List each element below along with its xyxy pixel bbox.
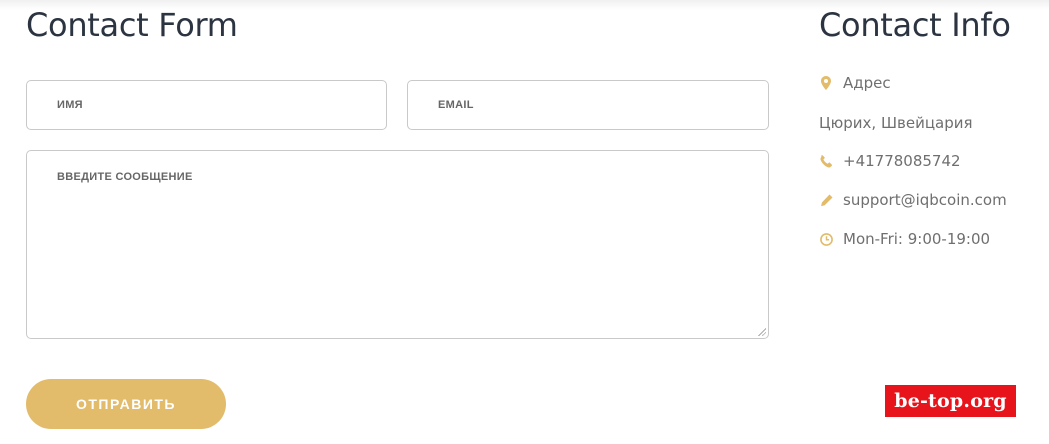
contact-info-title: Contact Info (819, 6, 1011, 44)
name-input[interactable]: ИМЯ (26, 80, 387, 130)
email-input[interactable]: EMAIL (407, 80, 769, 130)
clock-icon (819, 232, 833, 246)
info-email-row: support@iqbcoin.com (819, 191, 1007, 209)
resize-handle-icon[interactable] (757, 327, 766, 336)
email-placeholder: EMAIL (438, 99, 474, 111)
pencil-icon (819, 193, 833, 207)
watermark-badge[interactable]: be-top.org (885, 385, 1016, 417)
phone-link[interactable]: +41778085742 (843, 152, 961, 170)
info-address-row: Адрес (819, 74, 891, 92)
info-address-value-row: Цюрих, Швейцария (819, 114, 973, 132)
contact-form-title: Contact Form (26, 6, 238, 44)
info-hours-row: Mon-Fri: 9:00-19:00 (819, 230, 990, 248)
address-value: Цюрих, Швейцария (819, 114, 973, 132)
submit-button[interactable]: ОТПРАВИТЬ (26, 379, 226, 429)
address-label: Адрес (843, 74, 891, 92)
name-placeholder: ИМЯ (57, 99, 83, 111)
email-link[interactable]: support@iqbcoin.com (843, 191, 1007, 209)
info-phone-row: +41778085742 (819, 152, 961, 170)
map-marker-icon (819, 76, 833, 90)
message-placeholder: ВВЕДИТЕ СООБЩЕНИЕ (57, 171, 193, 183)
phone-icon (819, 154, 833, 168)
message-textarea[interactable]: ВВЕДИТЕ СООБЩЕНИЕ (26, 150, 769, 339)
working-hours: Mon-Fri: 9:00-19:00 (843, 230, 991, 248)
